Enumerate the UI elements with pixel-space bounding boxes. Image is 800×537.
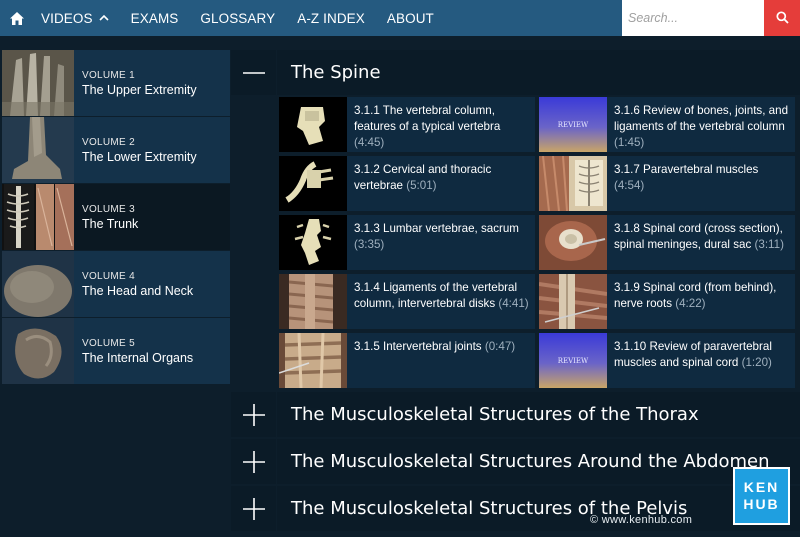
volume-name: The Trunk bbox=[82, 216, 139, 231]
volume-number: VOLUME 1 bbox=[82, 69, 135, 81]
lesson-grid: 3.1.1 The vertebral column, features of … bbox=[231, 97, 800, 388]
section-pelvis[interactable]: The Musculoskeletal Structures of the Pe… bbox=[231, 486, 800, 531]
plus-icon[interactable] bbox=[231, 439, 277, 484]
sidebar-item-volume-5[interactable]: VOLUME 5 The Internal Organs bbox=[2, 318, 230, 384]
section-thorax[interactable]: The Musculoskeletal Structures of the Th… bbox=[231, 392, 800, 437]
home-icon[interactable] bbox=[4, 0, 30, 36]
copyright-watermark: © www.kenhub.com bbox=[590, 514, 693, 526]
nav-about[interactable]: ABOUT bbox=[376, 0, 445, 36]
nav-videos[interactable]: VIDEOS bbox=[30, 0, 120, 36]
volume-name: The Internal Organs bbox=[82, 350, 194, 365]
lesson-duration: (4:22) bbox=[675, 297, 706, 310]
nav-glossary[interactable]: GLOSSARY bbox=[189, 0, 286, 36]
chevron-up-icon bbox=[99, 12, 109, 24]
volume-number: VOLUME 3 bbox=[82, 203, 135, 215]
sidebar-item-volume-1[interactable]: VOLUME 1 The Upper Extremity bbox=[2, 50, 230, 116]
lesson-title: 3.1.6 Review of bones, joints, and ligam… bbox=[614, 104, 789, 133]
lesson-title: 3.1.1 The vertebral column, features of … bbox=[354, 104, 501, 133]
lesson-title: 3.1.3 Lumbar vertebrae, sacrum bbox=[354, 222, 519, 235]
sidebar-item-volume-4[interactable]: VOLUME 4 The Head and Neck bbox=[2, 251, 230, 317]
volume-5-thumbnail bbox=[2, 318, 74, 384]
logo-line-1: KEN bbox=[743, 479, 780, 495]
lesson-thumbnail: REVIEW bbox=[539, 97, 607, 152]
section-title: The Musculoskeletal Structures Around th… bbox=[291, 451, 770, 472]
search-input[interactable] bbox=[622, 0, 764, 36]
search-box bbox=[622, 0, 764, 36]
lesson-thumbnail bbox=[539, 215, 607, 270]
lesson-duration: (1:20) bbox=[741, 356, 772, 369]
lesson-title: 3.1.5 Intervertebral joints bbox=[354, 340, 482, 353]
lesson-item[interactable]: 3.1.7 Paravertebral muscles (4:54) bbox=[539, 156, 795, 211]
review-label: REVIEW bbox=[558, 121, 589, 129]
lesson-item[interactable]: 3.1.4 Ligaments of the vertebral column,… bbox=[279, 274, 535, 329]
plus-icon[interactable] bbox=[231, 392, 277, 437]
review-label: REVIEW bbox=[558, 357, 589, 365]
nav-videos-label: VIDEOS bbox=[41, 10, 93, 26]
volume-number: VOLUME 2 bbox=[82, 136, 135, 148]
lesson-item[interactable]: 3.1.1 The vertebral column, features of … bbox=[279, 97, 535, 152]
kenhub-logo: KEN HUB bbox=[733, 467, 790, 525]
lesson-duration: (4:54) bbox=[614, 179, 645, 192]
lesson-thumbnail bbox=[279, 215, 347, 270]
lesson-duration: (4:45) bbox=[354, 136, 385, 149]
plus-icon[interactable] bbox=[231, 486, 277, 531]
lesson-item[interactable]: REVIEW 3.1.6 Review of bones, joints, an… bbox=[539, 97, 795, 152]
volume-3-thumbnail bbox=[2, 184, 74, 250]
section-title: The Musculoskeletal Structures of the Th… bbox=[291, 404, 699, 425]
volume-number: VOLUME 4 bbox=[82, 270, 135, 282]
lesson-item[interactable]: 3.1.9 Spinal cord (from behind), nerve r… bbox=[539, 274, 795, 329]
volume-sidebar: VOLUME 1 The Upper Extremity VOLUME 2 Th… bbox=[2, 50, 230, 385]
lesson-thumbnail bbox=[539, 274, 607, 329]
volume-1-thumbnail bbox=[2, 50, 74, 116]
section-title: The Spine bbox=[291, 62, 381, 83]
lesson-item[interactable]: REVIEW 3.1.10 Review of paravertebral mu… bbox=[539, 333, 795, 388]
lesson-item[interactable]: 3.1.5 Intervertebral joints (0:47) bbox=[279, 333, 535, 388]
volume-4-thumbnail bbox=[2, 251, 74, 317]
nav-az-index[interactable]: A-Z INDEX bbox=[286, 0, 376, 36]
lesson-item[interactable]: 3.1.8 Spinal cord (cross section), spina… bbox=[539, 215, 795, 270]
lesson-item[interactable]: 3.1.2 Cervical and thoracic vertebrae (5… bbox=[279, 156, 535, 211]
volume-name: The Head and Neck bbox=[82, 283, 194, 298]
volume-2-thumbnail bbox=[2, 117, 74, 183]
lesson-thumbnail bbox=[279, 333, 347, 388]
chapter-list: The Spine 3.1.1 The vertebral column, fe… bbox=[231, 50, 800, 533]
lesson-duration: (3:11) bbox=[754, 238, 784, 251]
minus-icon[interactable] bbox=[231, 50, 277, 95]
lesson-duration: (1:45) bbox=[614, 136, 645, 149]
lesson-thumbnail bbox=[279, 97, 347, 152]
lesson-thumbnail: REVIEW bbox=[539, 333, 607, 388]
sidebar-item-volume-3[interactable]: VOLUME 3 The Trunk bbox=[2, 184, 230, 250]
search-button[interactable] bbox=[764, 0, 800, 36]
logo-line-2: HUB bbox=[743, 496, 780, 512]
lesson-duration: (3:35) bbox=[354, 238, 385, 251]
volume-name: The Lower Extremity bbox=[82, 149, 197, 164]
lesson-title: 3.1.4 Ligaments of the vertebral column,… bbox=[354, 281, 518, 310]
sidebar-item-volume-2[interactable]: VOLUME 2 The Lower Extremity bbox=[2, 117, 230, 183]
magnifier-icon bbox=[775, 9, 789, 28]
lesson-title: 3.1.7 Paravertebral muscles bbox=[614, 163, 759, 176]
lesson-thumbnail bbox=[279, 274, 347, 329]
lesson-item[interactable]: 3.1.3 Lumbar vertebrae, sacrum (3:35) bbox=[279, 215, 535, 270]
lesson-duration: (4:41) bbox=[498, 297, 529, 310]
lesson-thumbnail bbox=[539, 156, 607, 211]
volume-name: The Upper Extremity bbox=[82, 82, 197, 97]
section-the-spine[interactable]: The Spine bbox=[231, 50, 800, 95]
nav-exams[interactable]: EXAMS bbox=[120, 0, 190, 36]
lesson-duration: (5:01) bbox=[406, 179, 437, 192]
lesson-duration: (0:47) bbox=[484, 340, 516, 353]
lesson-thumbnail bbox=[279, 156, 347, 211]
volume-number: VOLUME 5 bbox=[82, 337, 135, 349]
section-abdomen[interactable]: The Musculoskeletal Structures Around th… bbox=[231, 439, 800, 484]
